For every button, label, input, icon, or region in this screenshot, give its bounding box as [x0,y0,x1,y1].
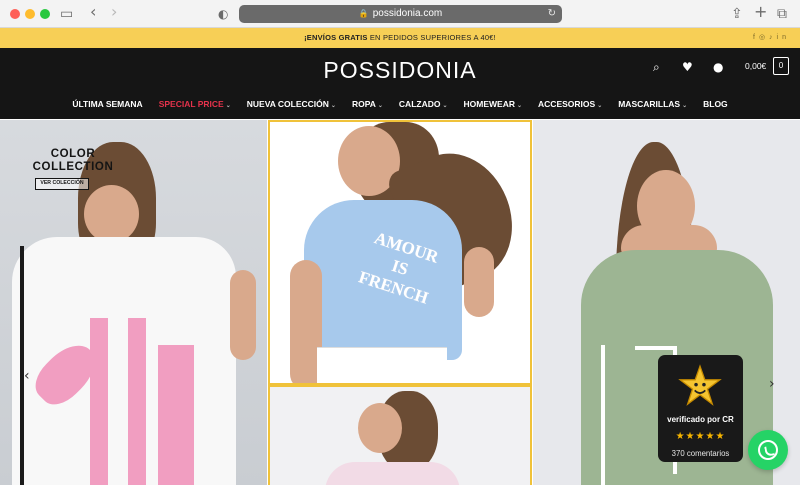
nav-item-ropa[interactable]: ROPA ⌄ [352,96,383,112]
nav-label: ACCESORIOS [538,99,596,109]
chevron-down-icon: ⌄ [330,103,336,109]
tabs-icon[interactable]: ⧉ [777,5,787,23]
collection-line-1: COLOR [50,148,96,160]
promo-text: EN PEDIDOS SUPERIORES A 40€! [367,33,496,42]
nav-item-blog[interactable]: BLOG [703,96,728,112]
nav-item-mascarillas[interactable]: MASCARILLAS ⌄ [618,96,687,112]
search-icon[interactable]: ⌕ [653,60,660,75]
cart-icon[interactable]: 0 [773,57,789,75]
nav-label: ROPA [351,99,376,109]
close-window-button[interactable] [10,9,20,19]
chevron-down-icon: ⌄ [442,103,448,109]
main-navigation: ÚLTIMA SEMANA SPECIAL PRICE ⌄ NUEVA COLEC… [0,96,800,112]
browser-window: ▭ ‹ › ◐ 🔒 possidonia.com ↻ ⇪ + ⧉ ¡ENVÍOS … [0,0,800,485]
chevron-down-icon: ⌄ [682,103,688,109]
new-tab-icon[interactable]: + [754,3,767,21]
nav-item-nueva-coleccion[interactable]: NUEVA COLECCIÓN ⌄ [247,96,336,112]
bag-strap [20,246,24,485]
rating-stars: ★★★★★ [675,431,726,442]
chevron-down-icon: ⌄ [597,103,603,109]
nav-label: ÚLTIMA SEMANA [72,99,143,109]
site-header: POSSIDONIA ⌕ ♥ ● 0,00€ 0 ÚLTIMA SEMANA S… [0,48,800,119]
pink-tshirt [325,462,460,485]
chevron-down-icon: ⌄ [377,103,383,109]
review-count: 370 comentarios [671,449,730,458]
white-tshirt [12,237,236,485]
previous-slide-icon[interactable]: ‹ [24,368,30,384]
minimize-window-button[interactable] [25,9,35,19]
review-badge[interactable]: verificado por CR ★★★★★ 370 comentarios [658,355,743,462]
site-logo[interactable]: POSSIDONIA [0,57,800,84]
sidebar-icon[interactable]: ▭ [60,5,73,23]
whatsapp-button[interactable] [748,430,788,470]
next-slide-icon[interactable]: › [769,376,775,392]
shield-icon: ◐ [218,7,229,21]
whatsapp-icon [758,440,778,460]
ver-coleccion-button[interactable]: VER COLECCIÓN [35,178,89,190]
collection-line-2: COLLECTION [32,161,114,173]
nav-label: SPECIAL PRICE [158,99,224,109]
tiktok-icon[interactable]: ♪ [769,34,777,41]
nav-label: BLOG [703,99,728,109]
pink-letter [90,318,108,485]
heart-icon[interactable]: ♥ [682,60,693,74]
lock-icon: 🔒 [358,9,369,18]
chevron-down-icon: ⌄ [517,103,523,109]
nav-label: MASCARILLAS [618,99,681,109]
star-icon [678,364,722,406]
forward-icon[interactable]: › [111,3,117,21]
back-icon[interactable]: ‹ [90,3,96,21]
model-face [84,185,139,243]
share-icon[interactable]: ⇪ [731,5,743,23]
pink-letter [128,318,146,485]
url-text: possidonia.com [372,8,443,19]
nav-item-ultima-semana[interactable]: ÚLTIMA SEMANA [72,96,142,112]
pink-letter [158,345,194,485]
nav-label: NUEVA COLECCIÓN [246,99,329,109]
nav-item-calzado[interactable]: CALZADO ⌄ [399,96,448,112]
model-arm [464,247,494,317]
nav-label: HOMEWEAR [463,99,515,109]
model-face [358,403,402,453]
verified-label: verificado por CR [667,415,734,424]
social-links: f◎♪in [753,28,790,48]
white-shorts [317,347,447,383]
nav-item-homewear[interactable]: HOMEWEAR ⌄ [464,96,523,112]
reload-icon[interactable]: ↻ [548,5,556,23]
hero-bottom-image[interactable] [268,385,532,485]
nav-label: CALZADO [398,99,441,109]
hero-left-image[interactable]: ‹ [0,120,267,485]
promo-bold-text: ¡ENVÍOS GRATIS [304,33,368,42]
instagram-icon[interactable]: ◎ [759,34,769,41]
user-icon[interactable]: ● [713,60,723,74]
nav-item-accesorios[interactable]: ACCESORIOS ⌄ [538,96,602,112]
tshirt-graphic-line [601,345,605,485]
nav-item-special-price[interactable]: SPECIAL PRICE ⌄ [159,96,231,112]
browser-toolbar: ▭ ‹ › ◐ 🔒 possidonia.com ↻ ⇪ + ⧉ [0,0,800,28]
cart-total[interactable]: 0,00€ [745,61,766,71]
chevron-down-icon: ⌄ [225,103,231,109]
zoom-window-button[interactable] [40,9,50,19]
collection-title: COLOR COLLECTION [27,148,119,174]
cart-count: 0 [778,61,784,70]
model-arm [230,270,256,360]
linkedin-icon[interactable]: in [777,34,790,41]
address-bar[interactable]: 🔒 possidonia.com ↻ [239,5,562,23]
shipping-promo-bar: ¡ENVÍOS GRATIS EN PEDIDOS SUPERIORES A 4… [0,28,800,48]
